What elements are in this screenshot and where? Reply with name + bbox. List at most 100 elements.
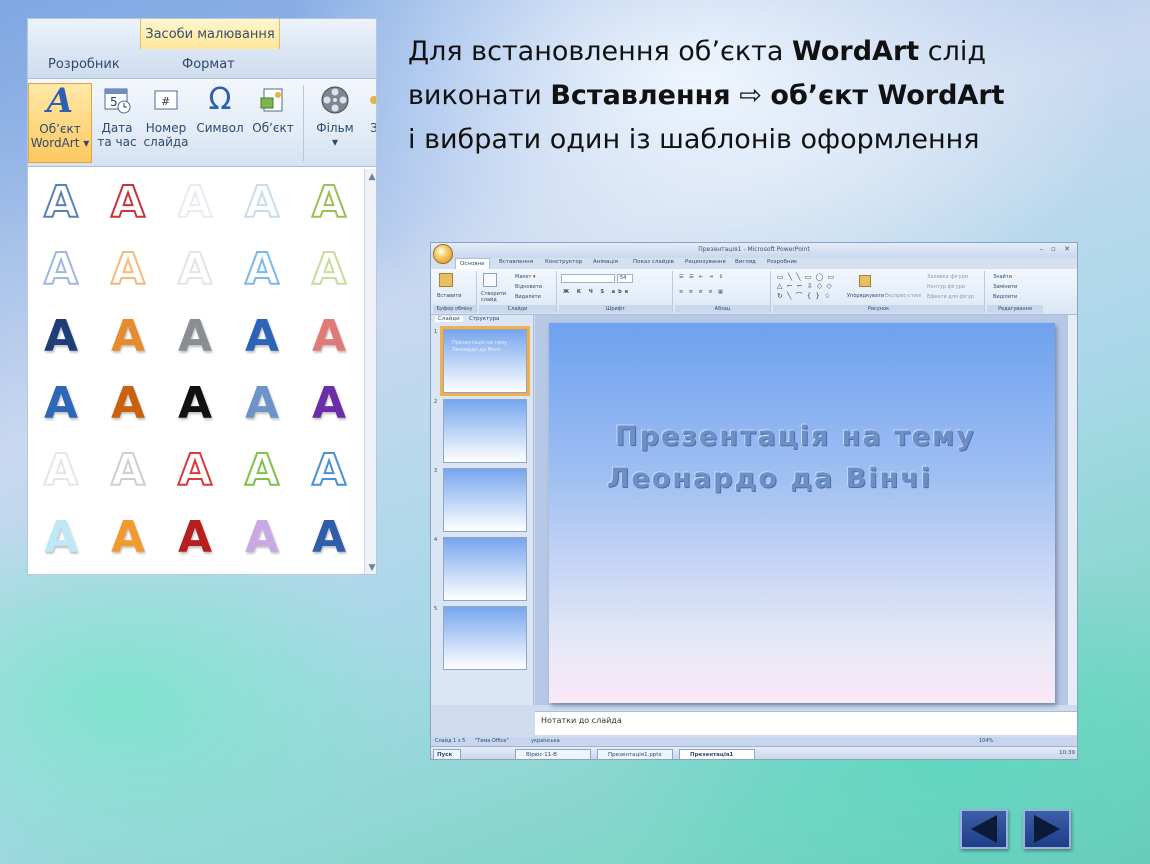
shapes-gallery-row2-icon[interactable]: △ ⌐ ⌐ ⇩ ◇ ◇ (777, 282, 833, 290)
wordart-style-option[interactable]: A (99, 240, 157, 298)
wordart-style-option[interactable]: A (99, 441, 157, 499)
window-controls-icon[interactable]: – ▫ ✕ (1039, 245, 1073, 253)
ppt-tab-developer[interactable]: Розробник (767, 259, 797, 265)
wordart-style-option[interactable]: A (233, 441, 291, 499)
wordart-style-option[interactable]: A (300, 441, 358, 499)
wordart-button[interactable]: A Об’єкт WordArt ▾ (28, 83, 92, 163)
wordart-style-option[interactable]: A (166, 240, 224, 298)
align-buttons-icon[interactable]: ≡ ≡ ≡ ≡ ▦ (679, 289, 725, 295)
sound-button-partial[interactable]: З (364, 83, 376, 135)
wordart-style-option[interactable]: A (166, 173, 224, 231)
wordart-style-option[interactable]: A (233, 307, 291, 365)
paragraph-group: ☰ ☰ ⇤ ⇥ ↕ ≡ ≡ ≡ ≡ ▦ Абзац (675, 271, 771, 313)
wordart-style-option[interactable]: A (166, 508, 224, 566)
tab-slides[interactable]: Слайди (435, 316, 463, 322)
wordart-style-option[interactable]: A (99, 508, 157, 566)
replace-button[interactable]: Замінити (993, 284, 1017, 290)
status-zoom[interactable]: 104% (979, 738, 993, 744)
symbol-button[interactable]: Ω Символ (194, 83, 246, 136)
gallery-scrollbar[interactable]: ▲ ▼ (364, 169, 376, 574)
taskbar-item[interactable]: Вірюс 11-В (515, 749, 591, 759)
wordart-style-option[interactable]: A (99, 307, 157, 365)
font-format-buttons-icon[interactable]: Ж К Ч S abe (563, 289, 631, 295)
slide-thumbnail[interactable] (443, 606, 527, 670)
previous-slide-button[interactable] (960, 809, 1008, 849)
slide-number-button[interactable]: # Номер слайда (142, 83, 190, 149)
reset-button[interactable]: Відновити (515, 284, 542, 290)
notes-pane[interactable]: Нотатки до слайда (535, 711, 1077, 735)
wordart-style-option[interactable]: A (32, 441, 90, 499)
wordart-style-option[interactable]: A (300, 374, 358, 432)
arrange-button[interactable]: Упорядкувати (847, 293, 884, 299)
delete-button[interactable]: Видалити (515, 294, 541, 300)
font-name-field[interactable] (561, 274, 615, 283)
select-button[interactable]: Виділити (993, 294, 1017, 300)
taskbar-clock: 10:39 (1059, 750, 1075, 756)
ppt-tab-home[interactable]: Основне (455, 258, 490, 269)
wordart-style-option[interactable]: A (233, 173, 291, 231)
slide-thumbnail[interactable] (443, 399, 527, 463)
ppt-tab-design[interactable]: Конструктор (545, 259, 582, 265)
font-size-field[interactable]: 54 (617, 274, 633, 283)
new-slide-icon[interactable] (483, 273, 497, 287)
wordart-style-option[interactable]: A (32, 374, 90, 432)
wordart-style-option[interactable]: A (166, 307, 224, 365)
shape-effects-button[interactable]: Ефекти для фігур (927, 294, 974, 300)
movie-button[interactable]: Фільм ▾ (308, 83, 362, 149)
ppt-tab-view[interactable]: Вигляд (735, 259, 756, 265)
slide-title-line-2[interactable]: Леонардо да Вінчі (607, 463, 932, 494)
ppt-tab-insert[interactable]: Вставлення (499, 259, 533, 265)
wordart-style-option[interactable]: A (233, 240, 291, 298)
find-button[interactable]: Знайти (993, 274, 1012, 280)
object-button[interactable]: Об’єкт (248, 83, 298, 135)
wordart-style-option[interactable]: A (32, 307, 90, 365)
slide-thumbnail[interactable]: Презентація на тему Леонардо да Вінчі (440, 326, 530, 396)
shape-outline-button[interactable]: Контур фігури (927, 284, 965, 290)
ppt-tab-slideshow[interactable]: Показ слайдів (633, 259, 674, 265)
tab-outline[interactable]: Структура (469, 316, 499, 322)
taskbar-item[interactable]: Презентація1.pptx (597, 749, 673, 759)
wordart-style-option[interactable]: A (32, 240, 90, 298)
shapes-gallery-row3-icon[interactable]: ↻ ╲ ⌒ { } ☆ (777, 291, 831, 301)
wordart-style-option[interactable]: A (32, 508, 90, 566)
wordart-style-option[interactable]: A (300, 240, 358, 298)
list-buttons-icon[interactable]: ☰ ☰ ⇤ ⇥ ↕ (679, 274, 725, 280)
layout-button[interactable]: Макет ▾ (515, 274, 536, 280)
slide-title-line-1[interactable]: Презентація на тему (615, 421, 976, 452)
wordart-style-option[interactable]: A (99, 173, 157, 231)
taskbar-item-active[interactable]: Презентація1 (679, 749, 755, 759)
current-slide[interactable]: Презентація на тему Леонардо да Вінчі (549, 323, 1055, 703)
office-button[interactable] (433, 244, 453, 264)
slide-scrollbar[interactable] (1067, 315, 1077, 705)
wordart-style-option[interactable]: A (300, 508, 358, 566)
start-button[interactable]: Пуск (433, 749, 461, 759)
wordart-style-option[interactable]: A (233, 508, 291, 566)
ppt-tab-animation[interactable]: Анімація (593, 259, 618, 265)
paste-button[interactable]: Вставити (437, 293, 462, 299)
wordart-style-option[interactable]: A (300, 307, 358, 365)
wordart-style-option[interactable]: A (32, 173, 90, 231)
slide-thumbnail[interactable] (443, 537, 527, 601)
drawing-tools-tab[interactable]: Засоби малювання (140, 19, 280, 49)
new-slide-button[interactable]: Створити слайд (481, 291, 507, 303)
date-time-button[interactable]: 5 Дата та час (94, 83, 140, 149)
scroll-up-icon[interactable]: ▲ (366, 171, 376, 183)
shape-fill-button[interactable]: Заливка фігури (927, 274, 968, 280)
status-language: українська (531, 738, 560, 744)
wordart-style-option[interactable]: A (233, 374, 291, 432)
scroll-down-icon[interactable]: ▼ (366, 562, 376, 574)
wordart-style-option[interactable]: A (166, 441, 224, 499)
slide-thumbnail[interactable] (443, 468, 527, 532)
wordart-style-option[interactable]: A (300, 173, 358, 231)
wordart-style-option[interactable]: A (166, 374, 224, 432)
next-slide-button[interactable] (1023, 809, 1071, 849)
wordart-style-gallery: AAAAAAAAAAAAAAAAAAAAAAAAAAAAAA (28, 169, 364, 574)
calendar-clock-icon: 5 (100, 83, 134, 117)
paste-icon[interactable] (439, 273, 453, 287)
wordart-style-option[interactable]: A (99, 374, 157, 432)
ppt-tab-review[interactable]: Рецензування (685, 259, 726, 265)
shapes-gallery-icon[interactable]: ▭ ╲ ╲ ▭ ◯ ▭ (777, 273, 835, 281)
tab-developer[interactable]: Розробник (48, 49, 120, 79)
tab-format[interactable]: Формат (182, 49, 235, 79)
quick-styles-button[interactable]: Експрес-стилі (885, 293, 922, 299)
